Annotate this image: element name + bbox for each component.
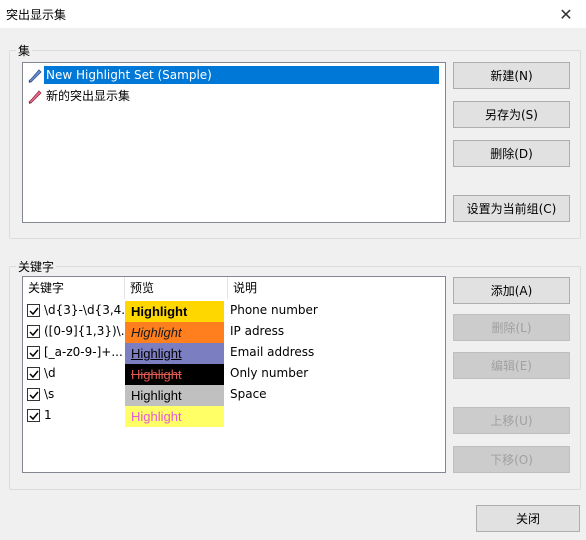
column-header-description[interactable]: 说明 bbox=[228, 277, 445, 299]
row-preview: Highlight bbox=[125, 406, 224, 427]
row-description: Only number bbox=[230, 366, 309, 380]
new-set-button[interactable]: 新建(N) bbox=[453, 62, 570, 89]
row-keyword: \d{3}-\d{3,4... bbox=[44, 303, 124, 317]
check-icon bbox=[29, 328, 39, 337]
table-row[interactable]: \d{3}-\d{3,4... Highlight Phone number bbox=[23, 301, 443, 322]
edit-keyword-button[interactable]: 编辑(E) bbox=[453, 352, 570, 379]
set-item-label: New Highlight Set (Sample) bbox=[44, 66, 439, 84]
set-item-new[interactable]: 新的突出显示集 bbox=[27, 86, 132, 106]
row-keyword: [_a-z0-9-]+... bbox=[44, 345, 123, 359]
row-keyword: \s bbox=[44, 387, 55, 401]
check-icon bbox=[29, 307, 39, 316]
set-current-button[interactable]: 设置为当前组(C) bbox=[453, 195, 570, 222]
save-as-button[interactable]: 另存为(S) bbox=[453, 101, 570, 128]
title-bar: 突出显示集 ✕ bbox=[0, 0, 586, 28]
row-checkbox[interactable] bbox=[27, 367, 40, 380]
row-keyword: ([0-9]{1,3})\... bbox=[44, 324, 124, 338]
check-icon bbox=[29, 370, 39, 379]
sets-group-label: 集 bbox=[16, 42, 33, 59]
row-checkbox[interactable] bbox=[27, 325, 40, 338]
close-icon[interactable]: ✕ bbox=[546, 0, 586, 28]
table-row[interactable]: \s Highlight Space bbox=[23, 385, 443, 406]
highlighter-icon bbox=[28, 69, 42, 83]
close-button[interactable]: 关闭 bbox=[476, 505, 580, 532]
row-description: IP adress bbox=[230, 324, 285, 338]
keywords-table[interactable]: 关键字 预览 说明 \d{3}-\d{3,4... Highlight Phon… bbox=[22, 276, 446, 473]
add-keyword-button[interactable]: 添加(A) bbox=[453, 277, 570, 304]
row-description: Email address bbox=[230, 345, 315, 359]
check-icon bbox=[29, 412, 39, 421]
column-header-preview[interactable]: 预览 bbox=[125, 277, 228, 299]
set-item-sample[interactable]: New Highlight Set (Sample) bbox=[27, 65, 439, 85]
move-up-button[interactable]: 上移(U) bbox=[453, 407, 570, 434]
highlighter-icon bbox=[28, 90, 42, 104]
row-preview: Highlight bbox=[125, 343, 224, 364]
row-keyword: \d bbox=[44, 366, 56, 380]
move-down-button[interactable]: 下移(O) bbox=[453, 446, 570, 473]
column-header-keyword[interactable]: 关键字 bbox=[23, 277, 125, 299]
row-checkbox[interactable] bbox=[27, 304, 40, 317]
keywords-group-label: 关键字 bbox=[16, 258, 57, 275]
table-row[interactable]: ([0-9]{1,3})\... Highlight IP adress bbox=[23, 322, 443, 343]
table-row[interactable]: [_a-z0-9-]+... Highlight Email address bbox=[23, 343, 443, 364]
row-keyword: 1 bbox=[44, 408, 52, 422]
row-preview: Highlight bbox=[125, 301, 224, 322]
row-checkbox[interactable] bbox=[27, 409, 40, 422]
row-preview: Highlight bbox=[125, 322, 224, 343]
window-title: 突出显示集 bbox=[6, 8, 67, 22]
sets-list[interactable]: New Highlight Set (Sample) 新的突出显示集 bbox=[22, 62, 446, 223]
row-preview: Highlight bbox=[125, 385, 224, 406]
check-icon bbox=[29, 349, 39, 358]
check-icon bbox=[29, 391, 39, 400]
set-item-label: 新的突出显示集 bbox=[46, 89, 131, 103]
delete-keyword-button[interactable]: 删除(L) bbox=[453, 314, 570, 341]
row-description: Phone number bbox=[230, 303, 318, 317]
delete-set-button[interactable]: 删除(D) bbox=[453, 140, 570, 167]
row-checkbox[interactable] bbox=[27, 346, 40, 359]
row-description: Space bbox=[230, 387, 267, 401]
row-preview: Highlight bbox=[125, 364, 224, 385]
table-row[interactable]: \d Highlight Only number bbox=[23, 364, 443, 385]
table-row[interactable]: 1 Highlight bbox=[23, 406, 443, 427]
row-checkbox[interactable] bbox=[27, 388, 40, 401]
